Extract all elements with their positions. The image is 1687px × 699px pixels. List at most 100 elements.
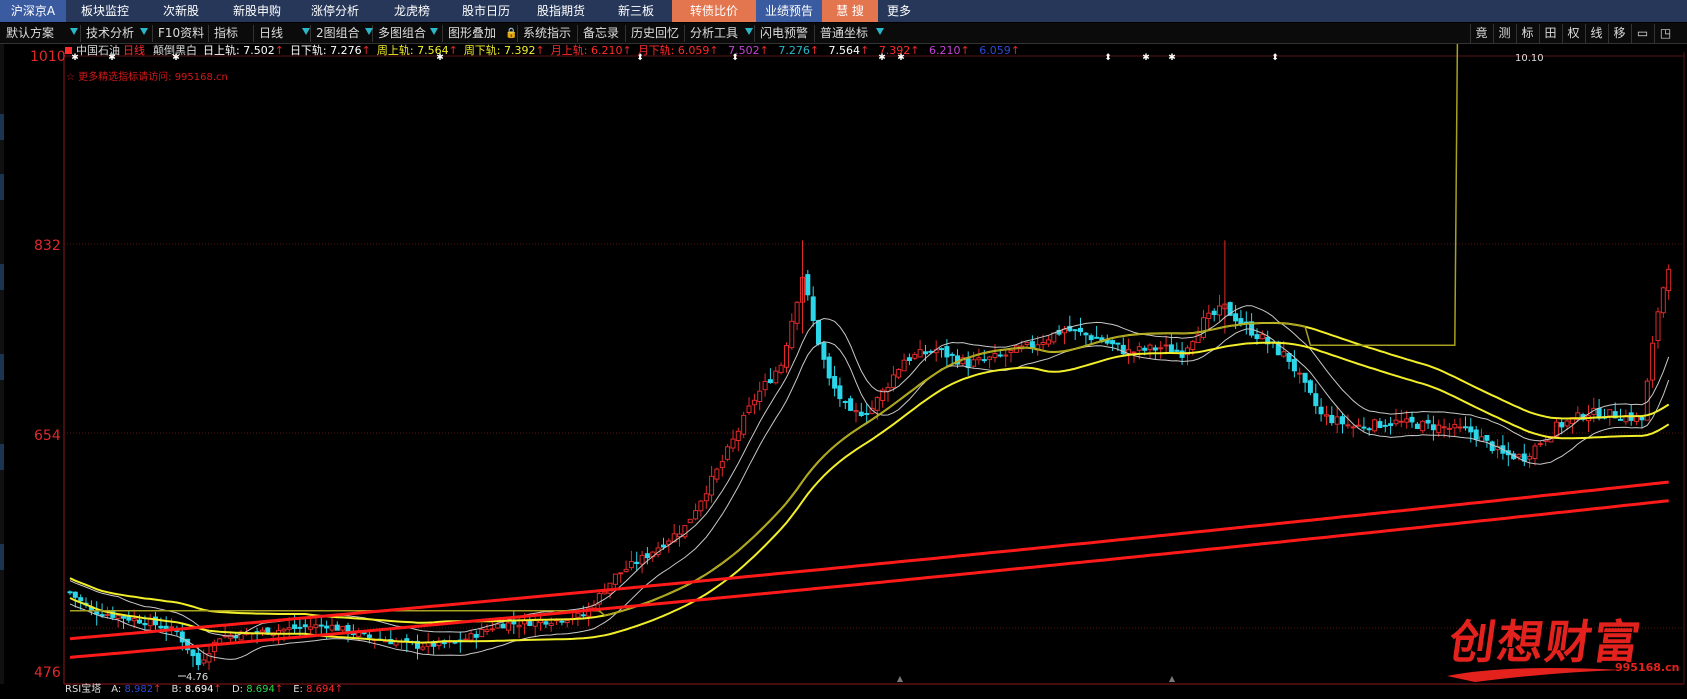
candle-body xyxy=(1366,428,1372,431)
top-nav-item-6[interactable]: 股市日历 xyxy=(450,0,522,22)
toolbar-right-button-0[interactable]: 竟 xyxy=(1470,24,1492,43)
candle-body xyxy=(741,414,747,435)
side-tab-2[interactable] xyxy=(0,264,4,290)
lock-icon[interactable]: 🔒 xyxy=(505,23,517,44)
side-tab-3[interactable] xyxy=(0,354,4,380)
toolbar-f10-info-button[interactable]: F10资料 xyxy=(158,23,204,44)
side-tab-5[interactable] xyxy=(0,544,4,570)
toolbar-separator xyxy=(152,25,153,42)
dropdown-arrow-icon[interactable] xyxy=(876,28,884,35)
candle-body xyxy=(1457,426,1463,429)
top-nav-item-5[interactable]: 龙虎榜 xyxy=(374,0,450,22)
side-tab-4[interactable] xyxy=(0,444,4,470)
candle-body xyxy=(693,510,699,520)
candle-body xyxy=(575,612,581,618)
toolbar-right-button-3[interactable]: 田 xyxy=(1539,24,1561,43)
dropdown-arrow-icon[interactable] xyxy=(430,28,438,35)
toolbar-daily-line-button[interactable]: 日线 xyxy=(259,23,283,44)
top-nav-item-11[interactable]: 慧 搜 xyxy=(822,0,878,22)
top-nav-item-9[interactable]: 转债比价 xyxy=(672,0,756,22)
watermark-url: 995168.cn xyxy=(1615,661,1680,674)
candle-body xyxy=(1233,313,1239,322)
toolbar-tech-analysis-button[interactable]: 技术分析 xyxy=(86,23,134,44)
candle-body xyxy=(923,351,928,355)
indicator-value-8: 7.564↑ xyxy=(825,44,872,57)
toolbar-analysis-tools-button[interactable]: 分析工具 xyxy=(690,23,738,44)
toolbar-right-button-2[interactable]: 标 xyxy=(1516,24,1538,43)
top-nav-item-2[interactable]: 次新股 xyxy=(144,0,218,22)
candle-body xyxy=(778,364,784,374)
side-tab-1[interactable] xyxy=(0,174,4,200)
candle-body xyxy=(1564,420,1570,427)
top-nav-item-7[interactable]: 股指期货 xyxy=(522,0,600,22)
toolbar-indicator-button[interactable]: 指标 xyxy=(214,23,238,44)
toolbar-system-signal-button[interactable]: 系统指示 xyxy=(523,23,571,44)
candle-body xyxy=(1313,393,1319,407)
candle-body xyxy=(890,374,896,388)
candle-body xyxy=(1142,347,1148,351)
sub-indicator-value-1: B: 8.694↑ xyxy=(171,684,222,695)
candle-body xyxy=(1078,327,1083,333)
high-price-marker: 10.10 xyxy=(1515,53,1544,64)
candle-body xyxy=(1302,372,1308,383)
toolbar-overlay-button[interactable]: 图形叠加 xyxy=(448,23,496,44)
dropdown-arrow-icon[interactable] xyxy=(745,28,753,35)
toolbar-right-button-4[interactable]: 权 xyxy=(1562,24,1584,43)
candle-body xyxy=(1340,416,1345,425)
candle-body xyxy=(1094,336,1100,339)
ad-link[interactable]: ☆ 更多精选指标请访问: 995168.cn xyxy=(66,68,228,83)
dropdown-arrow-icon[interactable] xyxy=(140,28,148,35)
candle-body xyxy=(992,353,998,359)
toolbar-multi-chart-combo-button[interactable]: 多图组合 xyxy=(378,23,426,44)
top-nav-item-10[interactable]: 业绩预告 xyxy=(756,0,822,22)
indicator-settings-icon[interactable] xyxy=(65,47,72,54)
dropdown-arrow-icon[interactable] xyxy=(70,28,78,35)
toolbar-right-button-8[interactable]: ◳ xyxy=(1654,24,1676,43)
candle-body xyxy=(1329,415,1335,424)
toolbar-memo-button[interactable]: 备忘录 xyxy=(583,23,619,44)
toolbar-separator xyxy=(80,25,81,42)
candle-body xyxy=(917,349,923,358)
side-tab-0[interactable] xyxy=(0,114,4,140)
top-nav-item-12[interactable]: 更多 xyxy=(878,0,920,22)
top-nav-item-3[interactable]: 新股申购 xyxy=(218,0,296,22)
candle-body xyxy=(848,398,854,411)
candle-body xyxy=(484,629,490,633)
low-price-marker: 4.76 xyxy=(186,672,208,683)
toolbar-default-scheme-button[interactable]: 默认方案 xyxy=(6,23,54,44)
candle-body xyxy=(1607,409,1613,417)
candle-body xyxy=(559,620,565,623)
candle-body xyxy=(628,561,634,569)
candle-body xyxy=(821,342,827,360)
toolbar-right-button-6[interactable]: 移 xyxy=(1608,24,1630,43)
indicator-value-5: 月下轨: 6.059↑ xyxy=(638,44,722,57)
candle-body xyxy=(944,346,950,358)
candle-body xyxy=(1393,419,1399,425)
indicator-value-11: 6.059↑ xyxy=(976,44,1023,57)
toolbar-separator xyxy=(310,25,311,42)
candle-body xyxy=(1238,318,1244,325)
dropdown-arrow-icon[interactable] xyxy=(365,28,373,35)
candle-body xyxy=(703,493,709,502)
up-arrow-icon: ↑ xyxy=(361,44,371,57)
toolbar-two-chart-combo-button[interactable]: 2图组合 xyxy=(316,23,360,44)
toolbar-right-button-1[interactable]: 测 xyxy=(1493,24,1515,43)
toolbar-right-button-7[interactable]: ▭ xyxy=(1631,24,1653,43)
dropdown-arrow-icon[interactable] xyxy=(302,28,310,35)
toolbar-normal-axis-button[interactable]: 普通坐标 xyxy=(820,23,868,44)
toolbar-flash-alert-button[interactable]: 闪电预警 xyxy=(760,23,808,44)
price-label-bottom: 476 xyxy=(34,665,61,681)
top-nav-item-1[interactable]: 板块监控 xyxy=(66,0,144,22)
toolbar-history-recall-button[interactable]: 历史回忆 xyxy=(631,23,679,44)
top-nav-item-0[interactable]: 沪深京A xyxy=(0,0,66,22)
candle-body xyxy=(1452,424,1458,429)
candle-body xyxy=(805,274,811,296)
kline-chart[interactable]: ✱ ✱ ✱ ✱ ⬍ ⬍ ✱ ✱ ⬍ ✱ ✱ ⬍ 4.76 10.10 ▲ ▲ xyxy=(0,0,1687,695)
top-nav-item-4[interactable]: 涨停分析 xyxy=(296,0,374,22)
top-nav-item-8[interactable]: 新三板 xyxy=(600,0,672,22)
candle-body xyxy=(179,631,185,643)
candle-body xyxy=(1404,418,1410,423)
toolbar-right-button-5[interactable]: 线 xyxy=(1585,24,1607,43)
sub-indicator-name[interactable]: RSI宝塔 xyxy=(65,684,101,695)
candle-body xyxy=(1463,426,1468,429)
